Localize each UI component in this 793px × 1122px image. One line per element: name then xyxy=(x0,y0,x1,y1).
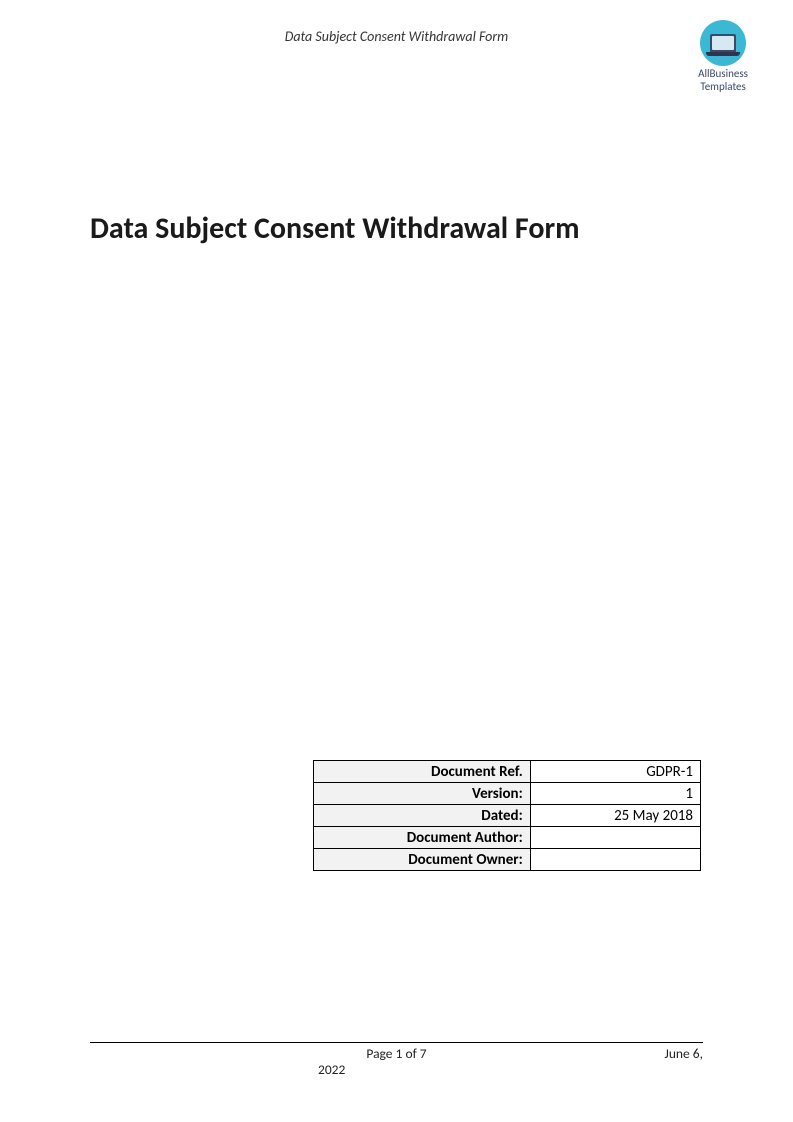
meta-label: Document Author: xyxy=(314,827,531,849)
meta-label: Dated: xyxy=(314,805,531,827)
logo-circle xyxy=(700,20,746,66)
footer-page: Page 1 of 7 xyxy=(366,1045,426,1062)
meta-label: Document Owner: xyxy=(314,849,531,871)
footer-date: June 6, xyxy=(665,1045,703,1062)
page-footer: Page 1 of 7 June 6, 2022 xyxy=(90,1042,703,1077)
meta-value: GDPR-1 xyxy=(530,761,700,783)
table-row: Document Owner: xyxy=(314,849,701,871)
brand-logo: AllBusiness Templates xyxy=(698,20,748,93)
meta-value xyxy=(530,827,700,849)
footer-content: Page 1 of 7 June 6, 2022 xyxy=(90,1045,703,1077)
header-title: Data Subject Consent Withdrawal Form xyxy=(285,28,508,45)
table-row: Document Author: xyxy=(314,827,701,849)
meta-label: Document Ref. xyxy=(314,761,531,783)
meta-value: 25 May 2018 xyxy=(530,805,700,827)
footer-year: 2022 xyxy=(318,1061,345,1078)
document-meta-table: Document Ref. GDPR-1 Version: 1 Dated: 2… xyxy=(313,760,701,871)
logo-text-line2: Templates xyxy=(698,81,748,94)
meta-value xyxy=(530,849,700,871)
logo-text-line1: AllBusiness xyxy=(698,68,748,81)
document-title: Data Subject Consent Withdrawal Form xyxy=(90,210,703,247)
page-header: Data Subject Consent Withdrawal Form xyxy=(0,28,793,45)
footer-rule xyxy=(90,1042,703,1043)
laptop-icon xyxy=(710,34,736,52)
meta-value: 1 xyxy=(530,783,700,805)
logo-text: AllBusiness Templates xyxy=(698,68,748,93)
meta-label: Version: xyxy=(314,783,531,805)
table-row: Dated: 25 May 2018 xyxy=(314,805,701,827)
table-row: Document Ref. GDPR-1 xyxy=(314,761,701,783)
table-row: Version: 1 xyxy=(314,783,701,805)
